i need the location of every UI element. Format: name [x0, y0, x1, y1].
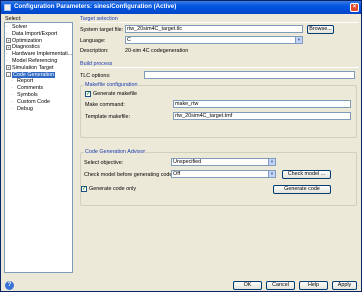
divider: [80, 22, 359, 23]
make-command-label: Make command:: [85, 102, 125, 108]
cancel-button[interactable]: Cancel: [266, 281, 295, 290]
sidebar-item-custom-code[interactable]: · Custom Code: [11, 99, 50, 105]
expand-icon[interactable]: +: [6, 65, 11, 71]
sidebar-item-solver[interactable]: · Solver: [6, 24, 27, 30]
help-icon[interactable]: ?: [5, 281, 14, 290]
description-value: 20-sim 4C codegeneration: [125, 48, 189, 54]
ok-button[interactable]: OK: [233, 281, 262, 290]
app-icon: [4, 4, 11, 11]
sidebar-item-label: Simulation Target: [12, 64, 54, 71]
resize-grip-icon[interactable]: ⋰: [354, 285, 360, 291]
objective-value: Unspecified: [173, 159, 202, 165]
chevron-down-icon: ▼: [268, 171, 275, 177]
language-label: Language:: [80, 38, 106, 44]
category-tree: · Solver · Data Import/Export + Optimization +…: [4, 22, 73, 273]
generate-code-only-checkbox[interactable]: ✓: [81, 186, 87, 192]
sidebar-item-simulation-target[interactable]: + Simulation Target: [6, 65, 54, 71]
language-select[interactable]: C ▼: [125, 36, 303, 44]
settings-pane: Target selection System target file: rtw…: [77, 15, 361, 275]
expand-icon[interactable]: +: [6, 44, 11, 50]
sidebar-item-label: Data Import/Export: [12, 30, 58, 37]
title-bar[interactable]: Configuration Parameters: sines/Configur…: [1, 1, 361, 14]
sidebar-item-hardware-implementati[interactable]: · Hardware Implementati...: [6, 51, 72, 57]
chevron-down-icon: ▼: [295, 37, 302, 43]
system-target-label: System target file:: [80, 27, 124, 33]
sidebar-item-symbols[interactable]: · Symbols: [11, 92, 38, 98]
advisor-group-title: Code Generation Advisor: [84, 149, 147, 155]
generate-makefile-checkbox[interactable]: ✓: [85, 91, 91, 97]
dialog-footer: ? OK Cancel Help Apply ⋰: [1, 280, 361, 292]
tlc-options-label: TLC options:: [80, 73, 111, 79]
sidebar-item-label: Symbols: [17, 92, 38, 98]
sidebar-item-label: Report: [17, 78, 34, 85]
description-label: Description:: [80, 48, 109, 54]
sidebar-item-label: Comments: [17, 85, 44, 92]
objective-label: Select objective:: [84, 160, 124, 166]
configuration-window: Configuration Parameters: sines/Configur…: [0, 0, 362, 292]
help-button[interactable]: Help: [299, 281, 328, 290]
check-model-value: Off: [173, 171, 181, 177]
sidebar-item-label: Hardware Implementati...: [12, 51, 73, 58]
language-value: C: [127, 37, 131, 43]
close-button[interactable]: ×: [350, 3, 359, 12]
browse-button[interactable]: Browse...: [307, 25, 334, 34]
sidebar-item-debug[interactable]: · Debug: [11, 106, 33, 112]
sidebar-item-label: Model Referencing: [12, 58, 58, 64]
system-target-field[interactable]: rtw_20sim4C_target.tlc: [125, 25, 303, 33]
sidebar-item-label: Optimization: [12, 37, 42, 44]
sidebar-item-diagnostics[interactable]: + Diagnostics: [6, 44, 40, 50]
sidebar-item-label: Custom Code: [17, 98, 50, 105]
sidebar-item-label: Diagnostics: [12, 44, 40, 51]
collapse-icon[interactable]: -: [6, 72, 11, 78]
generate-code-only-label: Generate code only: [89, 186, 137, 192]
sidebar-item-comments[interactable]: · Comments: [11, 85, 43, 91]
sidebar-item-label: Solver: [12, 24, 28, 30]
tlc-options-field[interactable]: [144, 71, 355, 79]
divider: [80, 67, 359, 68]
check-model-label: Check model before generating code:: [84, 172, 174, 178]
check-model-button[interactable]: Check model ...: [282, 170, 331, 179]
template-makefile-label: Template makefile:: [85, 114, 130, 120]
objective-select[interactable]: Unspecified ▼: [171, 158, 276, 166]
sidebar-item-label: Debug: [17, 105, 33, 112]
sidebar-item-data-import-export[interactable]: · Data Import/Export: [6, 31, 57, 37]
window-title: Configuration Parameters: sines/Configur…: [14, 3, 177, 10]
makefile-group-title: Makefile configuration: [84, 82, 139, 88]
sidebar-item-model-referencing[interactable]: · Model Referencing: [6, 58, 57, 64]
check-model-select[interactable]: Off ▼: [171, 170, 276, 178]
sidebar-item-code-generation[interactable]: - Code Generation: [6, 71, 56, 78]
generate-code-button[interactable]: Generate code: [273, 185, 331, 194]
sidebar-item-report[interactable]: · Report: [11, 78, 33, 84]
chevron-down-icon: ▼: [268, 159, 275, 165]
make-command-field[interactable]: make_rtw: [173, 100, 351, 108]
expand-icon[interactable]: +: [6, 38, 11, 44]
sidebar-item-optimization[interactable]: + Optimization: [6, 38, 42, 44]
sidebar-item-label: Code Generation: [12, 71, 56, 78]
generate-makefile-label: Generate makefile: [93, 91, 138, 97]
template-makefile-field[interactable]: rtw_20sim4C_target.tmf: [173, 112, 351, 120]
